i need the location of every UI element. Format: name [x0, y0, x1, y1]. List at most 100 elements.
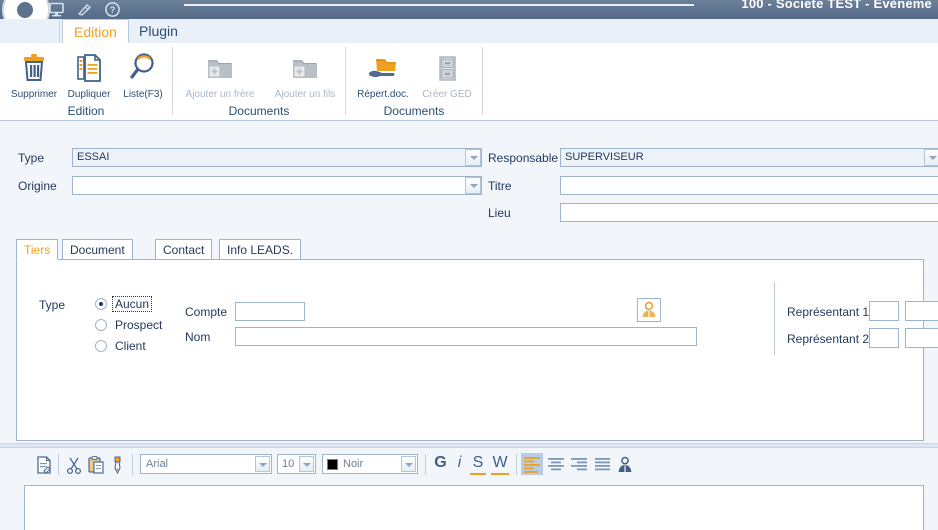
representant2-name-input[interactable]: [905, 328, 938, 348]
format-painter-icon[interactable]: [108, 455, 128, 475]
type-label: Type: [18, 151, 45, 165]
align-right-button[interactable]: [568, 453, 590, 475]
radio-aucun-label: Aucun: [111, 296, 153, 312]
ribbon-tab-left-spacer: [0, 19, 60, 43]
font-family-chevron-down-icon[interactable]: [255, 456, 270, 472]
dupliquer-label: Dupliquer: [67, 89, 111, 100]
font-color-value: Noir: [343, 458, 364, 470]
compte-input[interactable]: [235, 302, 305, 321]
radio-client-dot: [95, 340, 107, 352]
font-family-combobox[interactable]: Arial: [140, 454, 272, 474]
italic-button[interactable]: i: [453, 453, 466, 475]
title-bar: 100 - Societe TEST - Evèneme: [0, 0, 938, 19]
ribbon-group-documents-2: Répert.doc. Créer GED Documents: [346, 43, 482, 120]
toolbar-separator-2: [132, 454, 133, 475]
origine-chevron-down-icon[interactable]: [465, 177, 481, 194]
tools-icon[interactable]: [76, 1, 93, 18]
ajouter-fils-label: Ajouter un fils: [274, 89, 336, 100]
ribbon-tab-bar: Edition Plugin: [0, 19, 938, 44]
underline-button[interactable]: S: [470, 453, 486, 475]
titre-label: Titre: [488, 179, 512, 193]
hand-folder-icon: [364, 49, 402, 87]
ribbon-panel: Supprimer Dupliquer Liste(F3) Edition Aj…: [0, 43, 938, 121]
font-size-combobox[interactable]: 10: [277, 454, 316, 474]
duplicate-document-icon: [70, 49, 108, 87]
align-left-button[interactable]: [521, 453, 543, 475]
window-title: 100 - Societe TEST - Evèneme: [741, 0, 932, 11]
new-document-icon[interactable]: [34, 455, 54, 475]
nom-input[interactable]: [235, 327, 697, 346]
contact-icon[interactable]: [615, 455, 635, 475]
radio-client-label: Client: [115, 339, 146, 353]
help-icon[interactable]: ?: [104, 1, 121, 18]
svg-text:?: ?: [110, 5, 116, 15]
header-form-area: Type ESSAI Origine Responsable SUPERVISE…: [0, 121, 938, 233]
align-center-button[interactable]: [545, 453, 567, 475]
titre-input[interactable]: [560, 176, 938, 195]
compte-label: Compte: [185, 305, 228, 319]
radio-prospect-label: Prospect: [115, 318, 163, 332]
liste-f3-label: Liste(F3): [123, 89, 163, 100]
cut-icon[interactable]: [64, 455, 84, 475]
responsable-chevron-down-icon[interactable]: [924, 149, 938, 166]
font-color-combobox[interactable]: Noir: [322, 454, 418, 474]
trash-icon: [15, 49, 53, 87]
ajouter-frere-label: Ajouter un frère: [185, 89, 255, 100]
rich-text-toolbar: Arial 10 Noir G i S W: [0, 449, 938, 481]
application-window: 100 - Societe TEST - Evèneme ? Edition P…: [0, 0, 938, 530]
nom-label: Nom: [185, 330, 211, 344]
toolbar-separator-3: [425, 454, 426, 475]
tiers-note-area: [16, 355, 924, 441]
font-color-chevron-down-icon[interactable]: [401, 456, 416, 472]
font-size-chevron-down-icon[interactable]: [299, 456, 314, 472]
folder-add-icon: [201, 49, 239, 87]
ribbon-group-documents-2-title: Documents: [383, 104, 445, 118]
select-tiers-button[interactable]: [637, 298, 661, 322]
representant1-code-input[interactable]: [869, 301, 899, 321]
tab-tiers[interactable]: Tiers: [16, 239, 59, 260]
avatar-head: [17, 2, 33, 18]
responsable-label: Responsable: [488, 151, 559, 165]
person-picker-icon: [642, 301, 656, 317]
representant2-code-input[interactable]: [869, 328, 899, 348]
ribbon-group-edition: Supprimer Dupliquer Liste(F3) Edition: [0, 43, 172, 120]
type-chevron-down-icon[interactable]: [465, 149, 481, 166]
ribbon-group-separator-3: [482, 47, 483, 115]
detail-tabstrip: Tiers Document Contact Info LEADS.: [16, 239, 938, 260]
align-justify-button[interactable]: [591, 453, 613, 475]
color-swatch: [327, 459, 338, 470]
responsable-combobox[interactable]: SUPERVISEUR: [560, 148, 938, 167]
tab-info-leads[interactable]: Info LEADS.: [219, 239, 302, 260]
ribbon-tab-edition[interactable]: Edition: [62, 19, 129, 43]
tiers-type-label: Type: [39, 298, 66, 312]
lieu-label: Lieu: [488, 206, 511, 220]
paste-icon[interactable]: [86, 455, 106, 475]
origine-label: Origine: [18, 179, 57, 193]
rich-text-editor-body[interactable]: [24, 485, 924, 530]
radio-prospect-dot: [95, 319, 107, 331]
representant1-label: Représentant 1: [787, 305, 870, 319]
origine-combobox[interactable]: [72, 176, 482, 195]
tab-contact[interactable]: Contact: [155, 239, 213, 260]
lieu-input[interactable]: [560, 203, 938, 222]
editor-splitter[interactable]: [0, 443, 938, 448]
folder-add-icon: [286, 49, 324, 87]
ribbon-group-documents-1-title: Documents: [228, 104, 290, 118]
magnifier-icon: [124, 49, 162, 87]
monitor-icon[interactable]: [48, 1, 65, 18]
repert-doc-label: Répert.doc.: [357, 89, 409, 100]
creer-ged-label: Créer GED: [422, 89, 472, 100]
font-size-value: 10: [282, 458, 295, 470]
filing-cabinet-icon: [428, 49, 466, 87]
representant2-label: Représentant 2: [787, 332, 870, 346]
toolbar-separator-4: [516, 454, 517, 475]
representant1-name-input[interactable]: [905, 301, 938, 321]
ribbon-tab-plugin[interactable]: Plugin: [128, 19, 189, 43]
strikethrough-button[interactable]: W: [491, 453, 509, 475]
tab-document[interactable]: Document: [62, 239, 133, 260]
bold-button[interactable]: G: [432, 453, 449, 475]
title-divider-rule: [184, 4, 694, 6]
type-combobox[interactable]: ESSAI: [72, 148, 482, 167]
radio-aucun-dot: [95, 298, 107, 310]
ribbon-group-edition-title: Edition: [67, 104, 105, 118]
